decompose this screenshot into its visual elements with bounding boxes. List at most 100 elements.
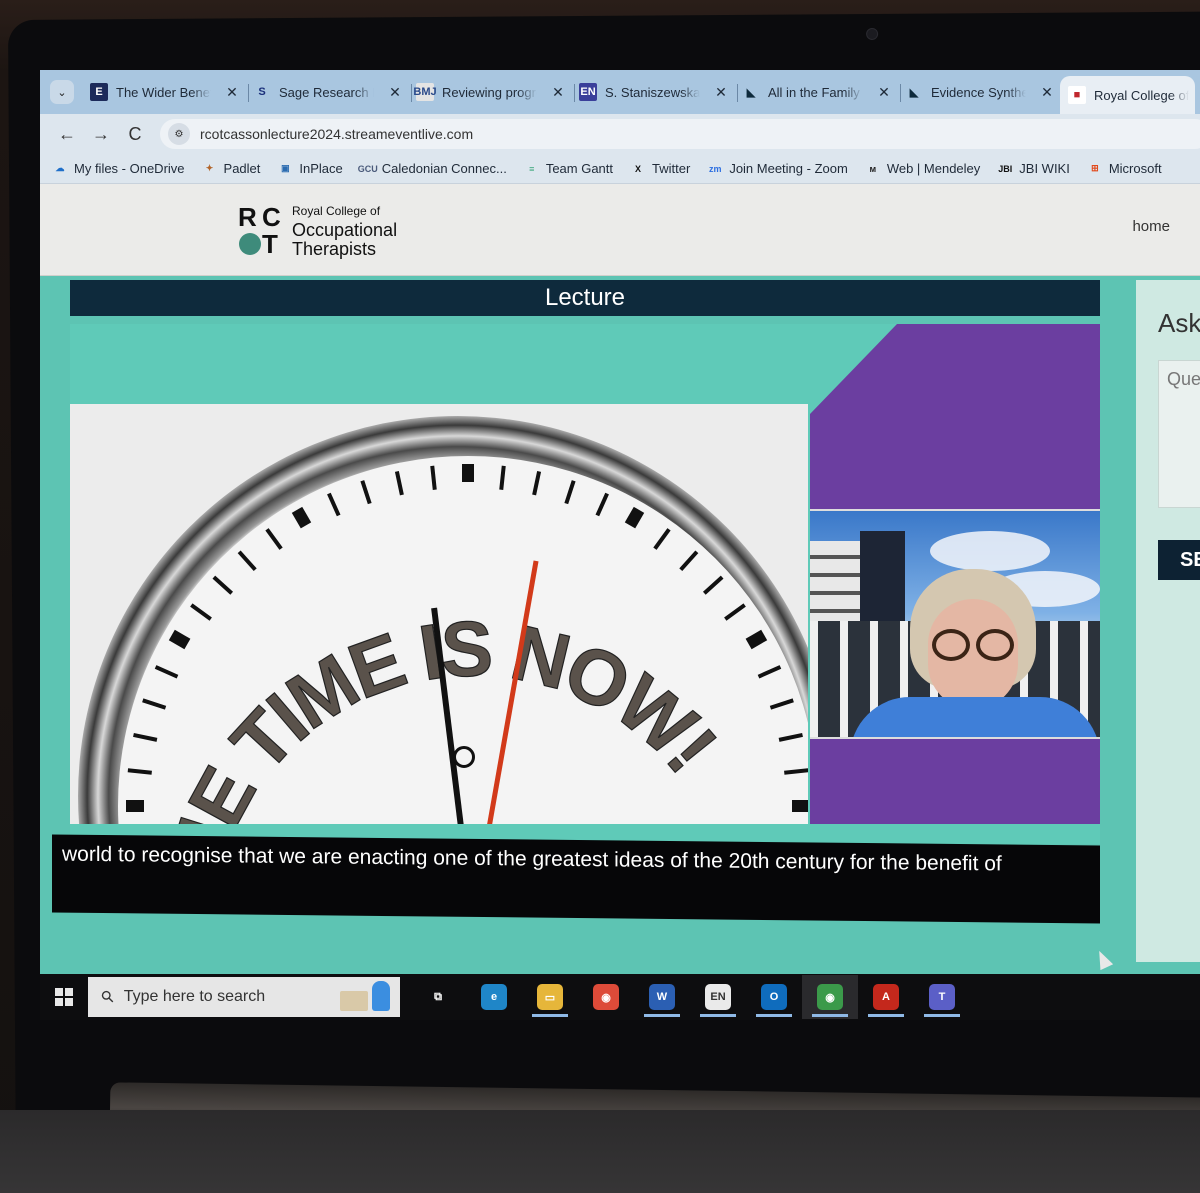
speaker-glasses <box>928 629 1020 661</box>
bookmark-icon: ☁ <box>55 163 65 173</box>
tab-title: Royal College of Occupational Therapists <box>1094 87 1189 103</box>
web-page: R C T Royal College of Occupational Ther… <box>40 184 1200 974</box>
bookmark-label: Join Meeting - Zoom <box>729 161 848 176</box>
bookmark-item[interactable]: ᴍ Web | Mendeley <box>865 161 980 177</box>
taskbar-app-edge[interactable]: e <box>466 975 522 1019</box>
task-view-icon: ⧉ <box>434 990 442 1003</box>
taskbar-app-file-explorer[interactable]: ▭ <box>522 975 578 1019</box>
logo-dot <box>239 232 261 255</box>
search-highlight-art <box>340 981 390 1011</box>
bookmark-icon: zm <box>709 163 722 174</box>
running-indicator <box>756 1014 792 1017</box>
running-indicator <box>812 1014 848 1017</box>
webcam <box>866 27 879 41</box>
reload-button[interactable]: C <box>118 124 152 145</box>
bookmark-icon: ≡ <box>529 163 535 174</box>
taskbar-app-task-view[interactable]: ⧉ <box>410 975 466 1019</box>
bookmark-label: Padlet <box>223 161 261 176</box>
bookmark-label: My files - OneDrive <box>74 161 185 176</box>
chrome-icon: ◉ <box>593 984 619 1010</box>
bookmark-item[interactable]: X Twitter <box>630 161 690 177</box>
bookmark-label: Web | Mendeley <box>886 161 981 176</box>
back-button[interactable]: ← <box>50 124 84 145</box>
windows-taskbar: ⚲ Type here to search ⧉ e ▭ ◉ W EN O ◉ A T <box>40 974 1200 1020</box>
taskbar-app-chrome[interactable]: ◉ <box>578 975 634 1019</box>
close-tab-icon[interactable]: ✕ <box>714 84 728 101</box>
bookmark-item[interactable]: zm Join Meeting - Zoom <box>707 161 848 177</box>
taskbar-app-outlook[interactable]: O <box>746 975 802 1019</box>
bookmark-item[interactable]: ✦ Padlet <box>202 161 261 177</box>
clock-face: THE TIME IS NOW! <box>118 456 808 824</box>
bookmark-item[interactable]: ▣ InPlace <box>277 161 343 177</box>
close-tab-icon[interactable]: ✕ <box>388 84 402 101</box>
running-indicator <box>532 1014 568 1017</box>
browser-toolbar: ← → C ⚙ rcotcassonlecture2024.streameven… <box>40 114 1200 154</box>
browser-tab[interactable]: ◣ All in the Family ✕ <box>734 76 901 108</box>
running-indicator <box>924 1014 960 1017</box>
taskbar-app-word[interactable]: W <box>634 975 690 1019</box>
bookmark-icon: ✦ <box>205 163 214 173</box>
bookmark-icon: JBI <box>998 163 1013 174</box>
word-icon: W <box>649 984 675 1010</box>
bookmark-label: InPlace <box>299 161 343 176</box>
site-info-icon[interactable]: ⚙ <box>168 123 190 145</box>
close-tab-icon[interactable]: ✕ <box>225 84 239 101</box>
tab-favicon-icon: E <box>90 83 108 101</box>
logo-letter: R <box>238 201 257 232</box>
browser-tab[interactable]: ◣ Evidence Synthesis ✕ <box>897 76 1064 108</box>
ask-heading: Ask <box>1158 308 1200 338</box>
taskbar-app-chrome-profile[interactable]: ◉ <box>802 975 858 1019</box>
logo-line: Occupational <box>292 220 398 240</box>
logo-line: Royal College of <box>292 204 381 218</box>
question-input[interactable]: Question <box>1158 360 1200 508</box>
bookmark-label: Twitter <box>652 161 691 176</box>
browser-tab[interactable]: E The Wider Benefits ✕ <box>82 76 249 108</box>
browser-tab[interactable]: S Sage Research Methods ✕ <box>245 76 412 108</box>
close-tab-icon[interactable]: ✕ <box>551 84 565 101</box>
bookmark-item[interactable]: ⊞ Microsoft <box>1087 161 1162 177</box>
edge-icon: e <box>481 984 507 1010</box>
logo-letter: T <box>262 228 278 259</box>
tab-title: Evidence Synthesis <box>931 84 1026 100</box>
browser-tab[interactable]: ■ Royal College of Occupational Therapist… <box>1060 76 1195 114</box>
rcot-logo[interactable]: R C T Royal College of Occupational Ther… <box>238 202 397 259</box>
logo-mark: R C T <box>238 204 284 258</box>
taskbar-app-teams[interactable]: T <box>914 975 970 1019</box>
clock-tick <box>792 800 808 812</box>
nav-home-link[interactable]: home <box>1132 218 1170 235</box>
bookmark-item[interactable]: ☁ My files - OneDrive <box>52 161 185 177</box>
taskbar-search[interactable]: ⚲ Type here to search <box>88 977 400 1017</box>
chrome-profile-icon: ◉ <box>817 984 843 1010</box>
logo-text: Royal College of Occupational Therapists <box>292 202 397 259</box>
taskbar-app-endnote[interactable]: EN <box>690 975 746 1019</box>
presentation-slide: THE TIME IS NOW! <box>70 404 808 824</box>
search-icon: ⚲ <box>98 987 119 1008</box>
address-bar[interactable]: ⚙ rcotcassonlecture2024.streameventlive.… <box>160 119 1200 149</box>
bookmark-item[interactable]: JBI JBI WIKI <box>997 161 1070 177</box>
taskbar-app-acrobat[interactable]: A <box>858 975 914 1019</box>
browser-tab[interactable]: EN S. Staniszewska ✕ <box>571 76 738 108</box>
outlook-icon: O <box>761 984 787 1010</box>
running-indicator <box>868 1014 904 1017</box>
forward-button[interactable]: → <box>84 124 118 145</box>
browser-tab[interactable]: BMJ Reviewing progress ✕ <box>408 76 575 108</box>
clock-tick <box>462 464 474 482</box>
close-tab-icon[interactable]: ✕ <box>1040 84 1054 101</box>
tab-title: Reviewing progress <box>442 84 537 100</box>
bookmark-item[interactable]: ≡ Team Gantt <box>524 161 613 177</box>
bookmark-icon: GCU <box>357 163 378 174</box>
video-player[interactable]: THE TIME IS NOW! <box>70 324 1100 844</box>
tab-search-button[interactable]: ⌄ <box>50 80 74 104</box>
bookmark-label: JBI WIKI <box>1019 161 1070 176</box>
tab-favicon-icon: BMJ <box>413 83 437 101</box>
chevron-down-icon: ⌄ <box>57 86 67 99</box>
cloud <box>930 531 1050 571</box>
bookmark-icon: ▣ <box>281 163 290 173</box>
send-button[interactable]: SEND <box>1158 540 1200 580</box>
lecture-heading: Lecture <box>70 280 1100 316</box>
bookmark-item[interactable]: GCU Caledonian Connec... <box>357 161 507 177</box>
close-tab-icon[interactable]: ✕ <box>877 84 891 101</box>
clock-image: THE TIME IS NOW! <box>78 416 808 824</box>
start-button[interactable] <box>40 988 88 1006</box>
site-header: R C T Royal College of Occupational Ther… <box>40 184 1200 276</box>
